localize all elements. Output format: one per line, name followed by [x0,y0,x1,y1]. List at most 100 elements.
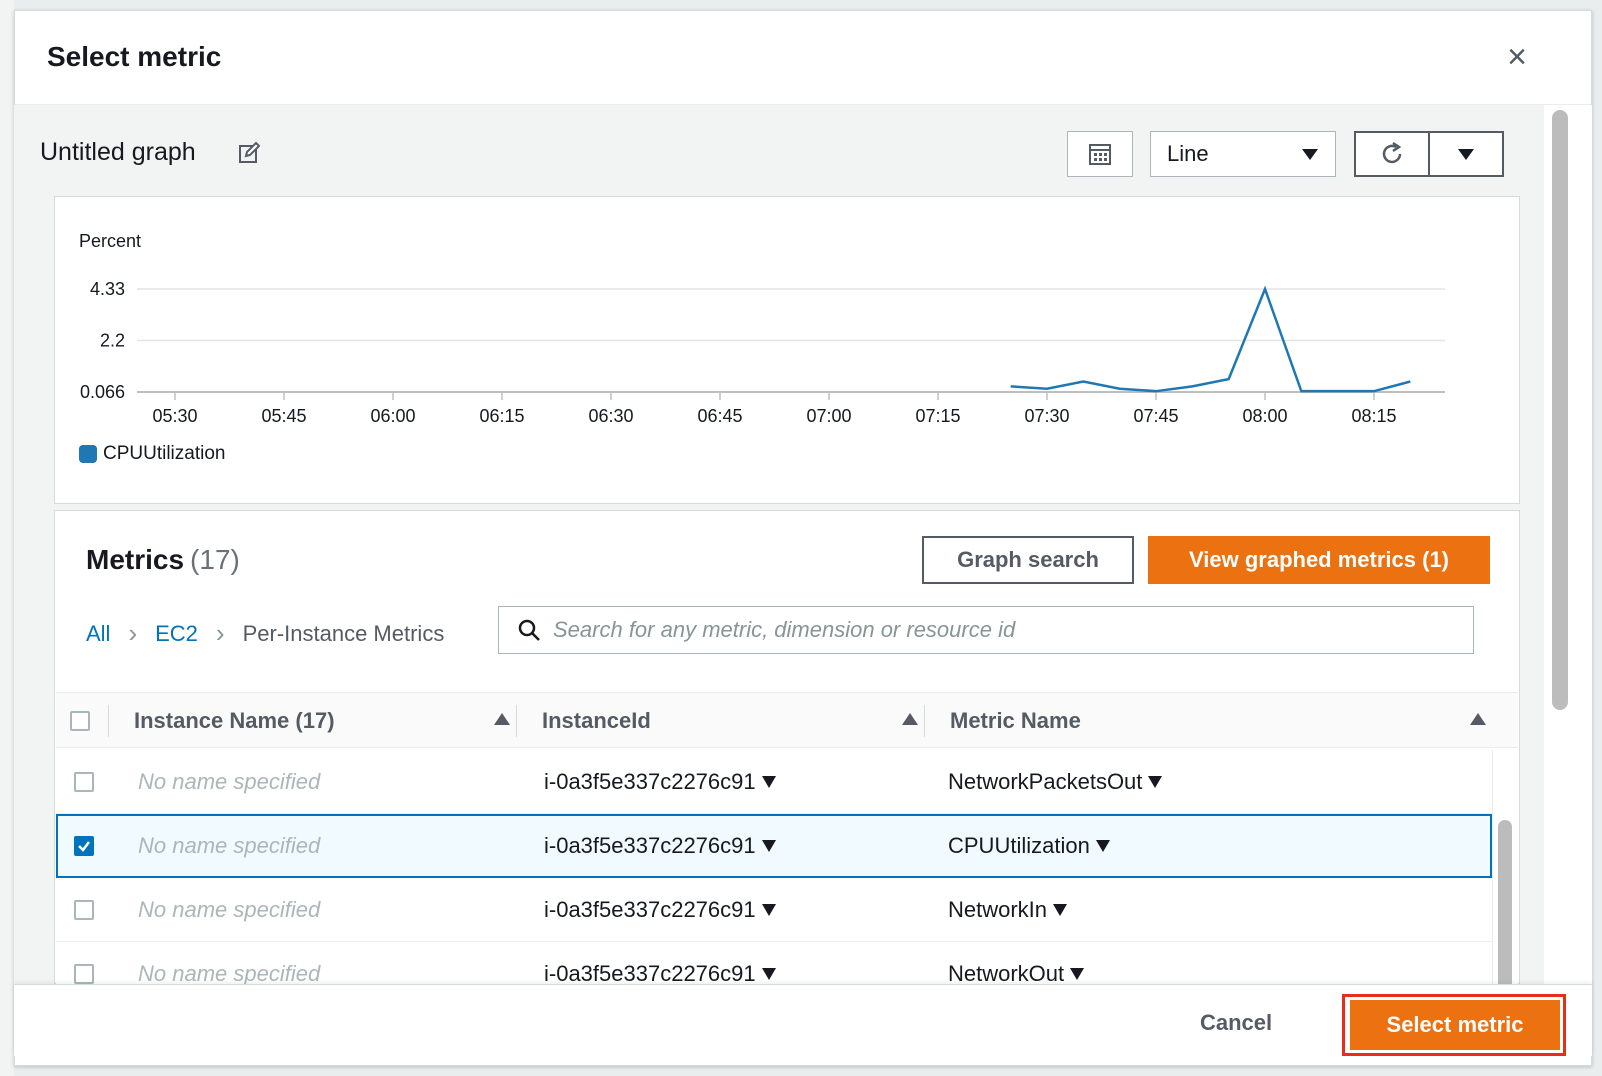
table-row[interactable]: No name specified i-0a3f5e337c2276c91 Ne… [56,878,1492,942]
graph-type-value: Line [1167,141,1209,166]
search-placeholder: Search for any metric, dimension or reso… [553,617,1016,642]
y-axis-label: Percent [79,231,141,251]
calendar-button[interactable] [1067,131,1133,177]
caret-down-icon[interactable] [761,967,776,980]
column-divider [924,705,925,737]
instance-id-cell: i-0a3f5e337c2276c91 [544,942,776,984]
metric-name-cell: NetworkPacketsOut [948,750,1163,813]
metrics-count: (17) [190,544,240,575]
instance-id-text: i-0a3f5e337c2276c91 [544,768,756,794]
row-checkbox[interactable] [74,964,94,984]
caret-down-icon[interactable] [1095,840,1110,852]
calendar-icon [1089,144,1111,165]
caret-down-icon[interactable] [1148,775,1163,788]
search-icon [518,619,540,641]
table-row-selected[interactable]: No name specified i-0a3f5e337c2276c91 CP… [56,814,1492,878]
x-tick-label: 07:30 [1024,406,1069,426]
y-tick-label: 4.33 [90,279,125,299]
table-scrollbar-thumb[interactable] [1498,820,1512,990]
table-row[interactable]: No name specified i-0a3f5e337c2276c91 Ne… [56,750,1492,814]
metric-name-text: NetworkOut [948,960,1065,985]
instance-id-cell: i-0a3f5e337c2276c91 [544,878,776,941]
x-tick-label: 07:15 [915,406,960,426]
refresh-button[interactable] [1356,133,1430,175]
refresh-button-group [1354,131,1504,177]
view-graphed-metrics-button[interactable]: View graphed metrics (1) [1148,536,1490,584]
breadcrumb-all[interactable]: All [86,621,110,647]
table-row[interactable]: No name specified i-0a3f5e337c2276c91 Ne… [56,942,1492,984]
instance-name-cell: No name specified [138,768,321,794]
edit-icon[interactable] [238,142,260,164]
instance-id-text: i-0a3f5e337c2276c91 [544,833,756,858]
column-header-instance-name[interactable]: Instance Name (17) [134,693,335,749]
breadcrumb-current: Per-Instance Metrics [242,620,445,646]
checkmark-icon [78,841,90,852]
y-tick-label: 0.066 [80,382,125,402]
chart-legend[interactable]: CPUUtilization [79,443,225,465]
select-all-checkbox[interactable] [70,711,90,731]
x-tick-label: 05:45 [261,406,306,426]
select-metric-button[interactable]: Select metric [1350,1000,1560,1050]
caret-down-icon[interactable] [761,903,776,916]
x-tick-label: 08:15 [1351,406,1396,426]
metric-name-cell: NetworkIn [948,878,1068,941]
instance-id-text: i-0a3f5e337c2276c91 [544,896,756,922]
instance-name-cell: No name specified [138,896,321,922]
breadcrumb-ec2[interactable]: EC2 [155,621,198,647]
x-tick-label: 06:15 [479,406,524,426]
metrics-heading: Metrics (17) [86,544,240,576]
chevron-right-icon: › [128,618,138,648]
legend-label: CPUUtilization [103,443,226,464]
modal-title: Select metric [47,41,222,72]
table-header: Instance Name (17) InstanceId Metric Nam… [56,692,1518,748]
breadcrumb: All › EC2 › Per-Instance Metrics [86,618,444,649]
refresh-options-dropdown[interactable] [1430,133,1502,175]
cancel-button[interactable]: Cancel [1200,1010,1272,1036]
legend-swatch [79,445,97,463]
column-header-instance-id[interactable]: InstanceId [542,693,651,749]
metric-name-text: CPUUtilization [948,833,1090,858]
row-checkbox[interactable] [74,772,94,792]
x-tick-label: 06:45 [697,406,742,426]
column-divider [516,705,517,737]
instance-name-cell: No name specified [138,833,321,858]
chevron-right-icon: › [215,618,225,648]
line-chart: Percent 4.33 2.2 0.066 05:30 05:45 06:00 06:1… [79,231,1445,426]
sort-asc-icon[interactable] [494,713,510,725]
sort-asc-icon[interactable] [902,713,918,725]
background-page [0,0,14,1076]
close-icon[interactable]: × [1499,39,1535,75]
instance-id-cell: i-0a3f5e337c2276c91 [544,816,776,876]
x-tick-label: 06:00 [370,406,415,426]
x-tick-label: 06:30 [588,406,633,426]
instance-id-text: i-0a3f5e337c2276c91 [544,960,756,985]
column-header-metric-name[interactable]: Metric Name [950,693,1081,749]
metrics-table-body: No name specified i-0a3f5e337c2276c91 Ne… [56,750,1492,984]
metric-search-input[interactable]: Search for any metric, dimension or reso… [498,606,1474,654]
sort-asc-icon[interactable] [1470,713,1486,725]
x-tick-label: 07:00 [806,406,851,426]
chevron-down-icon [1302,149,1318,160]
row-checkbox[interactable] [74,900,94,920]
caret-down-icon[interactable] [1053,903,1068,916]
x-tick-label: 05:30 [152,406,197,426]
instance-id-cell: i-0a3f5e337c2276c91 [544,750,776,813]
graph-type-select[interactable]: Line [1150,131,1336,177]
instance-name-cell: No name specified [138,960,321,985]
metric-name-text: NetworkIn [948,896,1048,922]
x-tick-label: 07:45 [1133,406,1178,426]
modal-scrollbar-thumb[interactable] [1552,110,1568,710]
x-tick-label: 08:00 [1242,406,1287,426]
metrics-title: Metrics [86,544,185,575]
row-checkbox-checked[interactable] [74,836,94,856]
caret-down-icon[interactable] [1070,967,1085,980]
caret-down-icon[interactable] [761,840,776,852]
graph-title: Untitled graph [40,138,196,166]
metric-name-text: NetworkPacketsOut [948,768,1143,794]
modal-header: Select metric × [15,11,1591,105]
y-tick-label: 2.2 [100,330,125,350]
column-divider [108,705,109,737]
graph-search-button[interactable]: Graph search [922,536,1134,584]
caret-down-icon[interactable] [761,775,776,788]
metric-name-cell: NetworkOut [948,942,1085,985]
